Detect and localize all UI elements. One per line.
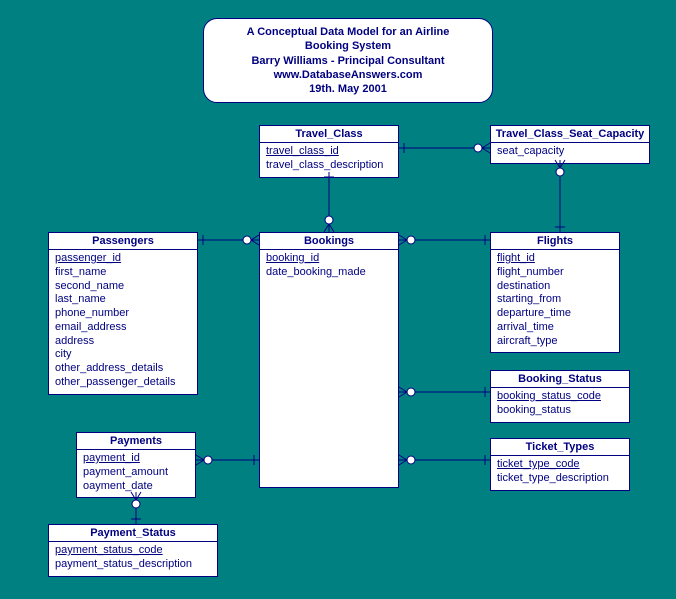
entity-bookings: Bookings booking_id date_booking_made xyxy=(259,232,399,488)
entity-attr: last_name xyxy=(55,293,191,307)
entity-header: Payment_Status xyxy=(49,525,217,542)
title-line-2: Barry Williams - Principal Consultant xyxy=(228,54,468,68)
entity-pk: payment_id xyxy=(83,452,189,466)
entity-body: booking_status_code booking_status xyxy=(491,388,629,422)
entity-attr: phone_number xyxy=(55,307,191,321)
entity-attr: oayment_date xyxy=(83,480,189,494)
entity-body: booking_id date_booking_made xyxy=(260,250,398,284)
entity-attr: starting_from xyxy=(497,293,613,307)
entity-header: Travel_Class xyxy=(260,126,398,143)
entity-attr: payment_amount xyxy=(83,466,189,480)
entity-flights: Flights flight_id flight_number destinat… xyxy=(490,232,620,353)
entity-body: ticket_type_code ticket_type_description xyxy=(491,456,629,490)
entity-ticket-types: Ticket_Types ticket_type_code ticket_typ… xyxy=(490,438,630,491)
entity-body: passenger_id first_name second_name last… xyxy=(49,250,197,394)
entity-travel-class: Travel_Class travel_class_id travel_clas… xyxy=(259,125,399,178)
entity-body: seat_capacity xyxy=(491,143,649,163)
entity-payments: Payments payment_id payment_amount oayme… xyxy=(76,432,196,498)
entity-attr: date_booking_made xyxy=(266,266,392,280)
entity-header: Flights xyxy=(491,233,619,250)
title-line-1: A Conceptual Data Model for an Airline B… xyxy=(228,25,468,54)
entity-header: Passengers xyxy=(49,233,197,250)
diagram-title-box: A Conceptual Data Model for an Airline B… xyxy=(203,18,493,103)
entity-attr: booking_status xyxy=(497,404,623,418)
entity-pk: passenger_id xyxy=(55,252,191,266)
entity-attr: payment_status_description xyxy=(55,558,211,572)
entity-booking-status: Booking_Status booking_status_code booki… xyxy=(490,370,630,423)
entity-attr: arrival_time xyxy=(497,321,613,335)
entity-payment-status: Payment_Status payment_status_code payme… xyxy=(48,524,218,577)
entity-header: Booking_Status xyxy=(491,371,629,388)
entity-attr: ticket_type_description xyxy=(497,472,623,486)
entity-attr: city xyxy=(55,348,191,362)
entity-header: Payments xyxy=(77,433,195,450)
entity-attr: other_passenger_details xyxy=(55,376,191,390)
entity-attr: flight_number xyxy=(497,266,613,280)
entity-header: Travel_Class_Seat_Capacity xyxy=(491,126,649,143)
entity-pk: flight_id xyxy=(497,252,613,266)
entity-attr: aircraft_type xyxy=(497,335,613,349)
entity-body: flight_id flight_number destination star… xyxy=(491,250,619,352)
entity-attr: address xyxy=(55,335,191,349)
entity-attr: destination xyxy=(497,280,613,294)
entity-body: payment_id payment_amount oayment_date xyxy=(77,450,195,497)
entity-body: travel_class_id travel_class_description xyxy=(260,143,398,177)
entity-attr: second_name xyxy=(55,280,191,294)
entity-attr: departure_time xyxy=(497,307,613,321)
entity-header: Bookings xyxy=(260,233,398,250)
entity-attr: first_name xyxy=(55,266,191,280)
title-line-3: www.DatabaseAnswers.com xyxy=(228,68,468,82)
entity-pk: booking_status_code xyxy=(497,390,623,404)
entity-attr: travel_class_description xyxy=(266,159,392,173)
entity-pk: booking_id xyxy=(266,252,392,266)
title-line-4: 19th. May 2001 xyxy=(228,82,468,96)
entity-attr: other_address_details xyxy=(55,362,191,376)
entity-body: payment_status_code payment_status_descr… xyxy=(49,542,217,576)
entity-attr: seat_capacity xyxy=(497,145,643,159)
entity-pk: ticket_type_code xyxy=(497,458,623,472)
entity-attr: email_address xyxy=(55,321,191,335)
entity-pk: payment_status_code xyxy=(55,544,211,558)
entity-pk: travel_class_id xyxy=(266,145,392,159)
entity-travel-class-seat-capacity: Travel_Class_Seat_Capacity seat_capacity xyxy=(490,125,650,164)
entity-passengers: Passengers passenger_id first_name secon… xyxy=(48,232,198,395)
entity-header: Ticket_Types xyxy=(491,439,629,456)
